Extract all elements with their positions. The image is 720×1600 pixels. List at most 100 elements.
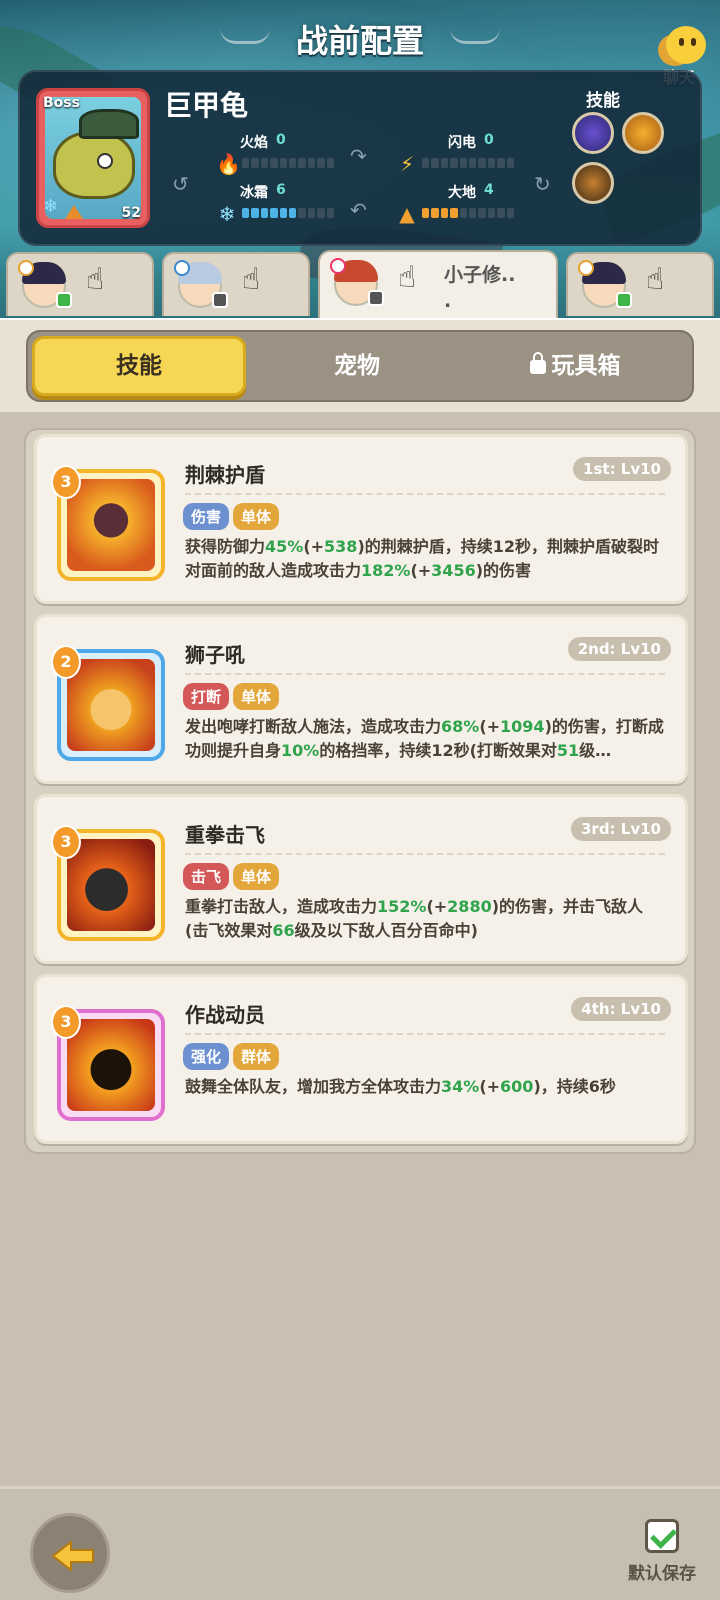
- skill-description: 重拳打击敌人，造成攻击力152%(+2880)的伤害，并击飞敌人(击飞效果对66…: [185, 897, 644, 940]
- boss-portrait[interactable]: Boss ❄ 52: [36, 88, 150, 228]
- skill-card[interactable]: 2 狮子吼 2nd: Lv10 打断 单体 发出咆哮打断敌人施法，造成攻击力68…: [34, 614, 688, 784]
- element-bar-segment: [431, 158, 439, 168]
- frost-icon: ❄: [218, 202, 236, 226]
- hero-tab-3[interactable]: ☝ 小子修...: [318, 250, 558, 320]
- skill-tags: 强化 群体: [183, 1043, 280, 1070]
- element-bar-segment: [487, 158, 496, 168]
- skill-tag: 单体: [233, 863, 280, 890]
- element-bar-segment: [298, 158, 306, 168]
- divider: [185, 853, 665, 855]
- skill-tag: 打断: [183, 683, 230, 710]
- boss-name: 巨甲龟: [164, 89, 249, 122]
- boss-skill-crown-icon[interactable]: [622, 112, 664, 154]
- element-fire: 🔥 火焰 0: [216, 132, 366, 182]
- cycle-arrow-icon: ↻: [534, 172, 551, 196]
- element-bar-segment: [478, 208, 486, 218]
- skill-rank: 3rd: Lv10: [570, 817, 671, 841]
- tab-skills[interactable]: 技能: [32, 336, 246, 396]
- element-bar-segment: [450, 158, 458, 168]
- skill-card[interactable]: 3 作战动员 4th: Lv10 强化 群体 鼓舞全体队友，增加我方全体攻击力3…: [34, 974, 688, 1144]
- element-bar-segment: [251, 208, 259, 218]
- skill-level-badge: 3: [51, 465, 81, 499]
- element-bar-segment: [326, 158, 335, 168]
- element-bar-segment: [459, 208, 468, 218]
- element-bar-segment: [251, 158, 259, 168]
- skill-tag: 击飞: [183, 863, 230, 890]
- element-bar-segment: [431, 208, 439, 218]
- tap-hand-icon: ☝: [242, 262, 261, 297]
- tap-hand-icon: ☝: [646, 262, 665, 297]
- element-bar-segment: [440, 208, 449, 218]
- heavy-punch-icon: [67, 839, 155, 931]
- boss-level: 52: [121, 205, 141, 221]
- tab-pets[interactable]: 宠物: [250, 336, 464, 396]
- element-bar-segment: [307, 158, 316, 168]
- skill-rank: 4th: Lv10: [571, 997, 671, 1021]
- rally-icon: [67, 1019, 155, 1111]
- element-bar-segment: [289, 158, 297, 168]
- element-bar-segment: [478, 158, 486, 168]
- default-save-label: 默认保存: [628, 1564, 696, 1584]
- element-bar-segment: [506, 208, 515, 218]
- skill-tag: 群体: [233, 1043, 280, 1070]
- element-bar-segment: [422, 208, 430, 218]
- boss-tag: Boss: [43, 95, 80, 111]
- element-bar-segment: [260, 208, 269, 218]
- skill-name: 荆棘护盾: [185, 463, 265, 487]
- default-save-button[interactable]: 默认保存: [624, 1519, 700, 1584]
- element-bar-segment: [450, 208, 458, 218]
- skill-name: 重拳击飞: [185, 823, 265, 847]
- cycle-arrow-icon: ↷: [350, 144, 367, 168]
- element-bar-segment: [289, 208, 297, 218]
- element-bar-segment: [459, 158, 468, 168]
- element-bar: [242, 158, 335, 168]
- boss-info-panel: Boss ❄ 52 巨甲龟 🔥 火焰 0 ⚡ 闪电 0 ❄ 冰霜 6 ▲ 大地 …: [18, 70, 702, 246]
- cycle-arrow-icon: ↺: [172, 172, 189, 196]
- bottom-bar: 默认保存: [0, 1486, 720, 1600]
- cycle-arrow-icon: ↶: [350, 198, 367, 222]
- hero-tab-1[interactable]: ☝: [6, 252, 154, 316]
- element-bar-segment: [242, 158, 250, 168]
- boss-skills-label: 技能: [586, 91, 620, 111]
- skill-level-badge: 3: [51, 825, 81, 859]
- tab-toybox[interactable]: 玩具箱: [468, 336, 682, 396]
- tap-hand-icon: ☝: [86, 262, 105, 297]
- earth-icon: ▲: [399, 202, 415, 226]
- hero-tab-4[interactable]: ☝: [566, 252, 714, 316]
- element-bar-segment: [469, 208, 477, 218]
- skill-level-badge: 3: [51, 1005, 81, 1039]
- element-bar: [422, 208, 515, 218]
- back-button[interactable]: [30, 1513, 110, 1593]
- back-arrow-icon: [51, 1540, 94, 1572]
- divider: [185, 493, 665, 495]
- hero-name: 小子修...: [444, 264, 516, 312]
- hero-badge-3: [368, 290, 384, 306]
- element-bar: [242, 208, 335, 218]
- lock-icon: [529, 352, 546, 374]
- boss-skill-beast-icon[interactable]: [572, 162, 614, 204]
- element-bar-segment: [298, 208, 306, 218]
- element-bar-segment: [260, 158, 269, 168]
- element-bar-segment: [506, 158, 515, 168]
- skill-tag: 单体: [233, 683, 280, 710]
- skill-card[interactable]: 3 荆棘护盾 1st: Lv10 伤害 单体 获得防御力45%(+538)的荆棘…: [34, 434, 688, 604]
- element-bar-segment: [469, 158, 477, 168]
- boss-skill-vortex-icon[interactable]: [572, 112, 614, 154]
- earth-icon: [65, 205, 83, 219]
- hero-tab-2[interactable]: ☝: [162, 252, 310, 316]
- element-bar-segment: [279, 208, 288, 218]
- lion-roar-icon: [67, 659, 155, 751]
- page-title: 战前配置: [295, 22, 424, 60]
- frost-icon: ❄: [43, 196, 59, 217]
- skill-card[interactable]: 3 重拳击飞 3rd: Lv10 击飞 单体 重拳打击敌人，造成攻击力152%(…: [34, 794, 688, 964]
- divider: [185, 1033, 665, 1035]
- checkbox-icon: [645, 1519, 679, 1553]
- element-bar-segment: [307, 208, 316, 218]
- element-bar-segment: [242, 208, 250, 218]
- skill-rank: 2nd: Lv10: [567, 637, 671, 661]
- element-frost: ❄ 冰霜 6: [216, 182, 366, 232]
- lightning-icon: ⚡: [399, 152, 415, 176]
- skill-description: 获得防御力45%(+538)的荆棘护盾，持续12秒，荆棘护盾破裂时对面前的敌人造…: [185, 537, 660, 580]
- skill-tags: 击飞 单体: [183, 863, 280, 890]
- element-bar-segment: [326, 208, 335, 218]
